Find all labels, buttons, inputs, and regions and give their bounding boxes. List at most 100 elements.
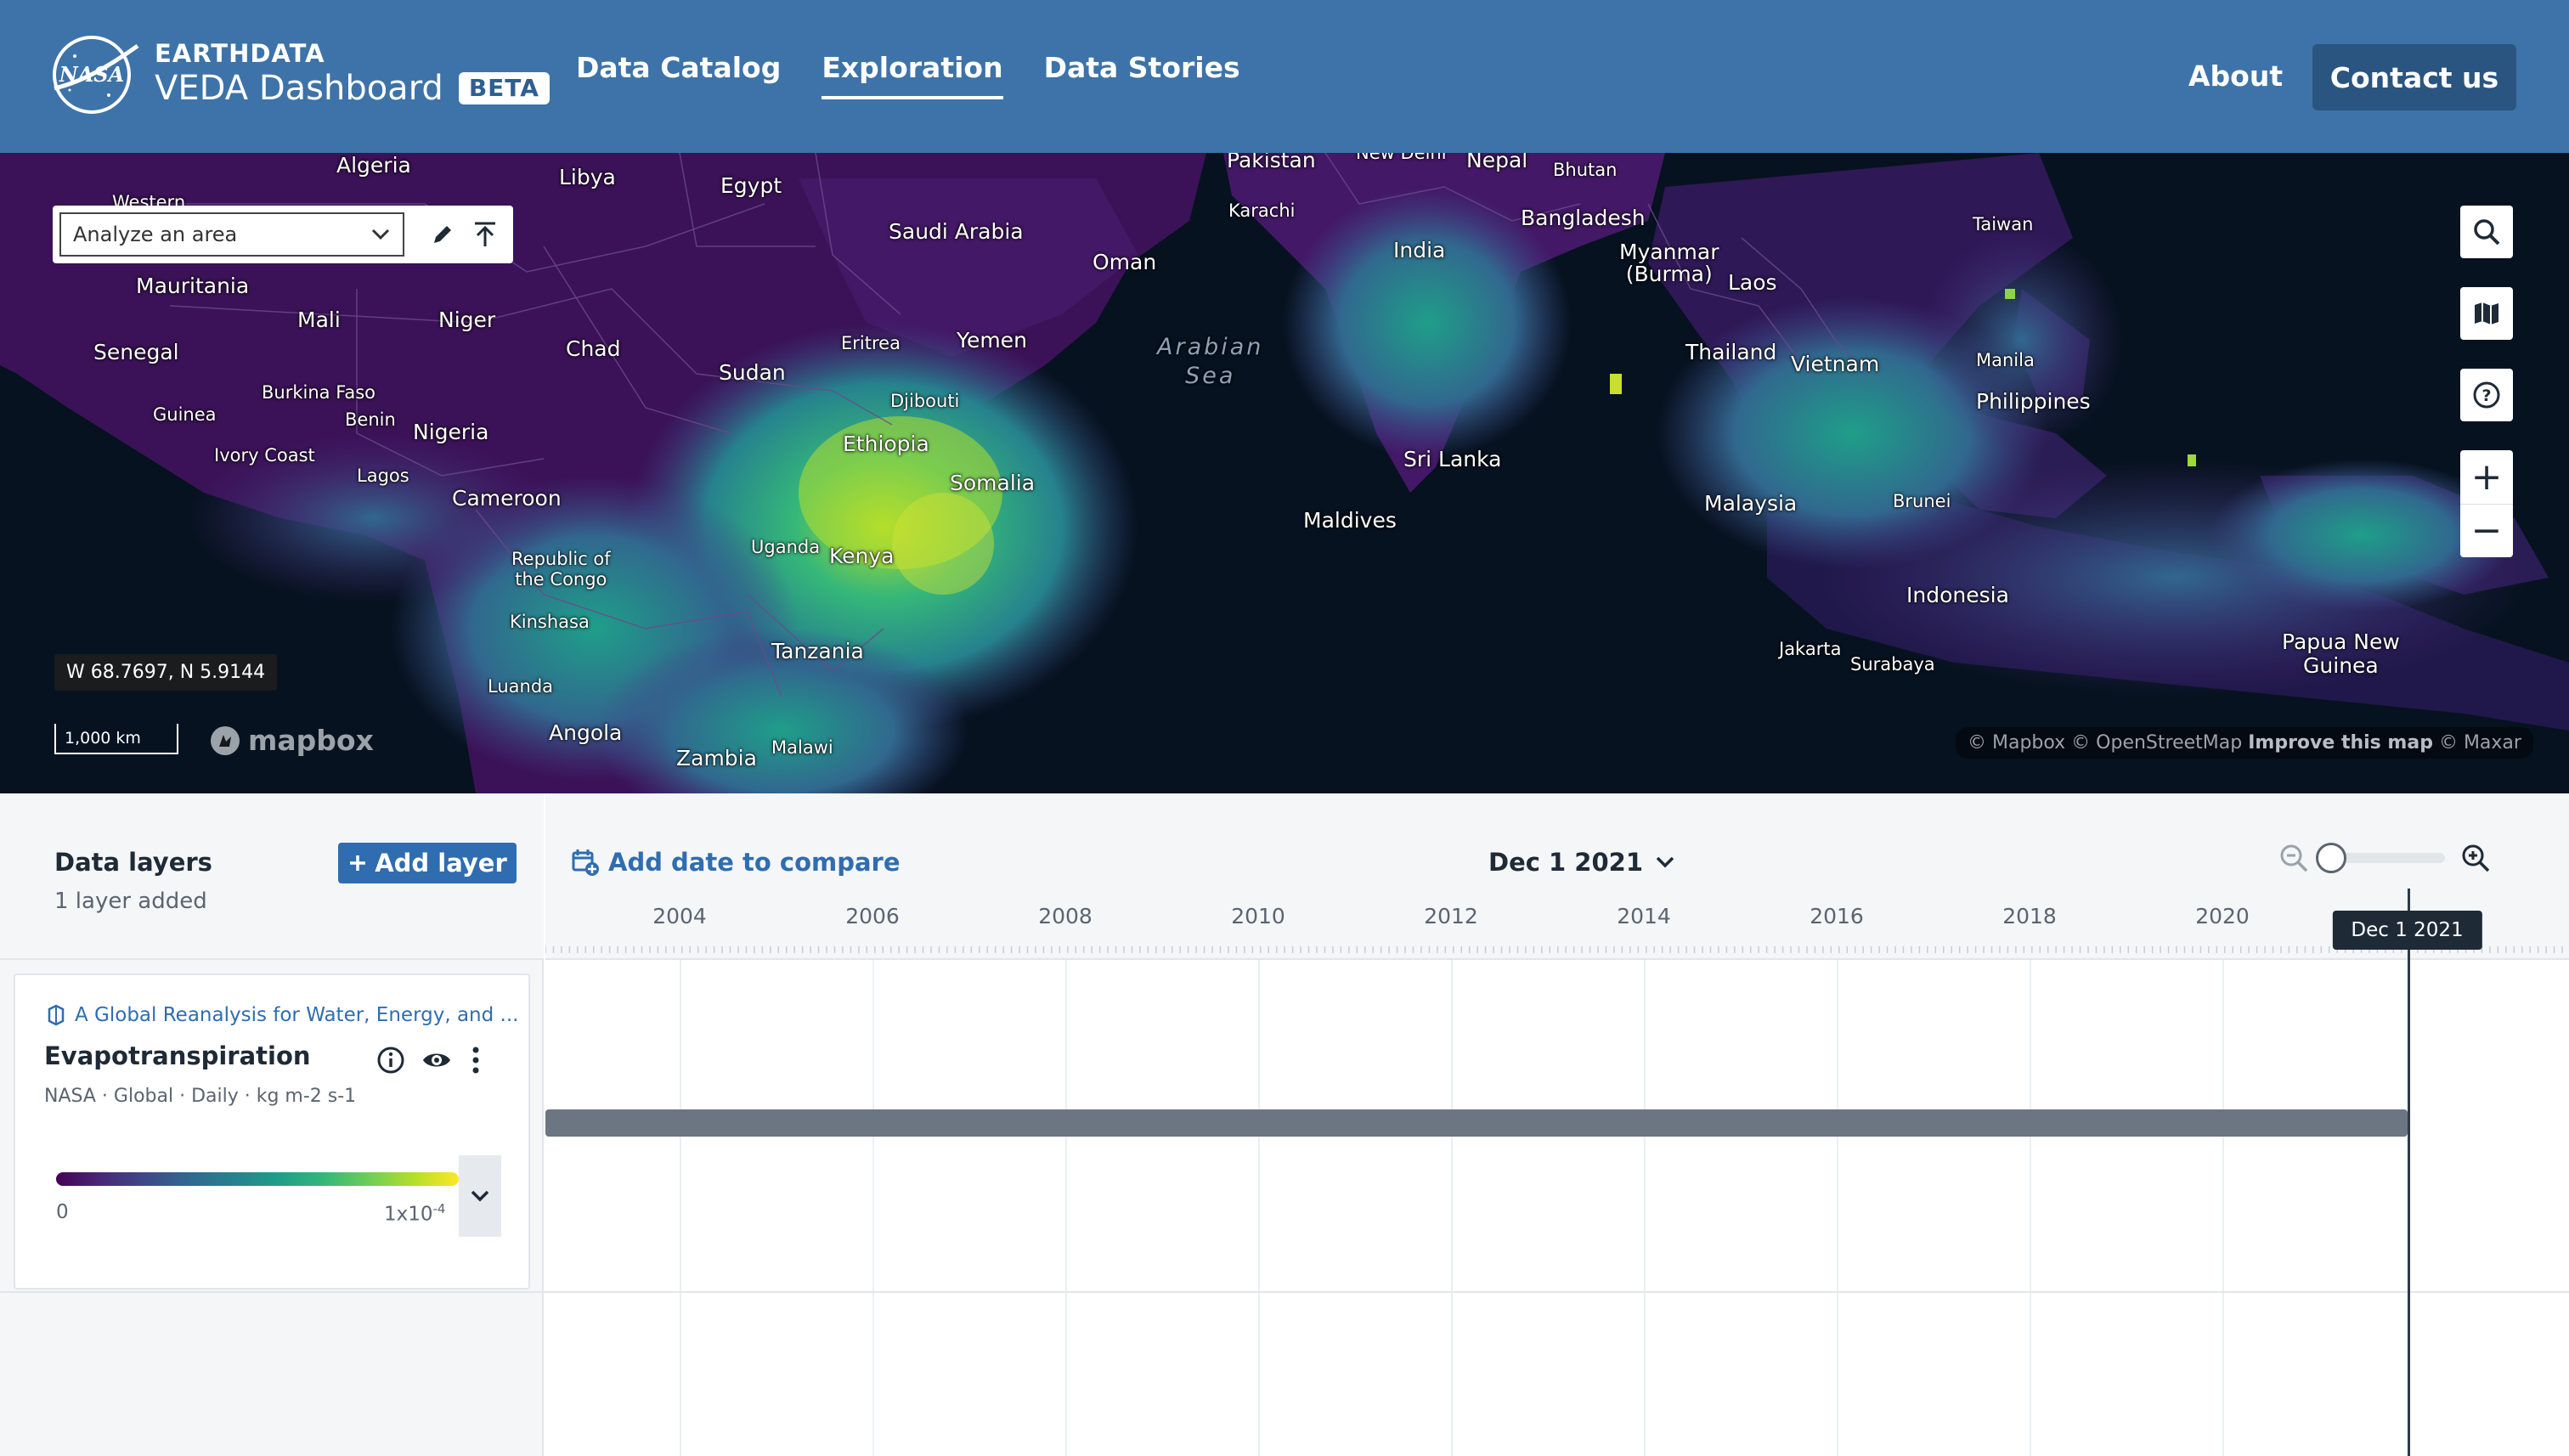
layer-dataset-link[interactable]: A Global Reanalysis for Water, Energy, a… xyxy=(46,1004,518,1026)
map-label: Kinshasa xyxy=(510,612,590,632)
legend-expand-button[interactable] xyxy=(459,1155,501,1237)
map-label: Chad xyxy=(566,336,621,361)
legend-colormap xyxy=(56,1172,459,1186)
more-vertical-icon[interactable] xyxy=(467,1045,484,1075)
contact-us-button[interactable]: Contact us xyxy=(2312,44,2516,110)
zoom-in-icon[interactable]: + xyxy=(2460,450,2513,504)
map-label: Vietnam xyxy=(1791,352,1880,376)
dataset-icon xyxy=(48,1004,65,1026)
map-label: Taiwan xyxy=(1973,214,2034,234)
map-attribution: © Mapbox © OpenStreetMap Improve this ma… xyxy=(1956,727,2533,759)
map-label: Angola xyxy=(549,720,623,745)
zoom-out-icon[interactable] xyxy=(2278,843,2309,873)
upload-tool-button[interactable] xyxy=(464,212,506,257)
map-label: Zambia xyxy=(676,746,757,770)
info-icon[interactable] xyxy=(375,1045,406,1075)
brand[interactable]: NASA EARTHDATA VEDA Dashboard BETA xyxy=(49,34,550,116)
add-layer-button[interactable]: Add layer xyxy=(338,843,517,883)
layer-card[interactable]: A Global Reanalysis for Water, Energy, a… xyxy=(14,973,530,1290)
map-label: Nigeria xyxy=(413,420,489,444)
nav-data-catalog[interactable]: Data Catalog xyxy=(576,51,781,99)
about-link[interactable]: About xyxy=(2188,59,2283,93)
map-label: Eritrea xyxy=(841,333,901,353)
map-label: Mali xyxy=(297,308,341,332)
map-label: Saudi Arabia xyxy=(889,219,1024,244)
timeline-zoom-slider[interactable] xyxy=(2316,843,2445,873)
map-label: Surabaya xyxy=(1850,654,1935,674)
layer-actions xyxy=(375,1045,484,1075)
nav-exploration[interactable]: Exploration xyxy=(822,51,1003,99)
map-label: Indonesia xyxy=(1906,583,2009,607)
improve-map-link[interactable]: Improve this map xyxy=(2248,732,2433,753)
beta-badge: BETA xyxy=(458,72,550,104)
legend-max-exponent: -4 xyxy=(432,1201,446,1216)
timeline-year-label: 2004 xyxy=(652,904,707,928)
zoom-in-icon[interactable] xyxy=(2460,843,2491,873)
map-label: Algeria xyxy=(336,153,411,178)
map-zoom-controls: + − xyxy=(2460,450,2513,557)
data-layers-header: Data layers 1 layer added Add layer xyxy=(0,793,544,960)
map-scale-bar: 1,000 km xyxy=(54,724,178,754)
map-label: Pakistan xyxy=(1227,153,1316,172)
map-label: Senegal xyxy=(93,340,179,364)
map-label: India xyxy=(1393,238,1446,262)
analyze-area-select[interactable]: Analyze an area xyxy=(59,212,405,257)
timeline-grid-line xyxy=(680,960,681,1456)
mapbox-logo[interactable]: mapbox xyxy=(209,724,374,757)
attribution-text[interactable]: © Mapbox © OpenStreetMap xyxy=(1968,732,2242,753)
map-label: Mauritania xyxy=(136,274,250,298)
legend-max-base: 1x10 xyxy=(384,1203,433,1226)
map-label: Maldives xyxy=(1303,508,1397,533)
mapbox-logo-icon xyxy=(211,725,240,755)
current-date-marker[interactable] xyxy=(2407,889,2410,1456)
map-label: Manila xyxy=(1976,350,2035,370)
map-label: Luanda xyxy=(488,676,554,697)
date-selector[interactable]: Dec 1 2021 xyxy=(1488,848,1675,877)
add-compare-date-button[interactable]: Add date to compare xyxy=(571,848,901,877)
map-help-button[interactable]: ? xyxy=(2460,369,2513,421)
map-view[interactable]: Algeria Libya Egypt Western Pakistan New… xyxy=(0,153,2569,793)
map-label: Laos xyxy=(1728,270,1777,295)
layer-name: Evapotranspiration xyxy=(44,1041,311,1070)
map-label: Karachi xyxy=(1228,200,1296,221)
map-label: Uganda xyxy=(751,537,821,557)
draw-tool-button[interactable] xyxy=(421,212,464,257)
brand-earthdata: EARTHDATA xyxy=(155,39,325,68)
map-label: Oman xyxy=(1093,250,1157,274)
timeline-year-label: 2020 xyxy=(2195,904,2250,928)
map-label: Guinea xyxy=(153,404,217,425)
timeline-year-label: 2014 xyxy=(1617,904,1671,928)
timeline-axis[interactable]: 2004 2006 2008 2010 2012 2014 2016 2018 2020 xyxy=(545,904,2569,960)
top-header: NASA EARTHDATA VEDA Dashboard BETA Data … xyxy=(0,0,2569,153)
eye-icon[interactable] xyxy=(421,1045,452,1075)
map-label: Brunei xyxy=(1893,491,1951,511)
timeline-year-label: 2010 xyxy=(1231,904,1285,928)
nasa-logo-icon: NASA xyxy=(53,36,139,114)
layer-data-coverage-bar[interactable] xyxy=(545,1109,2408,1137)
map-label: Libya xyxy=(559,165,616,189)
map-label-sea: Arabian Sea xyxy=(1157,334,1264,389)
add-compare-date-label: Add date to compare xyxy=(608,848,901,877)
basemap-button[interactable] xyxy=(2460,287,2513,340)
timeline-grid-line xyxy=(1644,960,1646,1456)
timeline-year-label: 2012 xyxy=(1424,904,1478,928)
timeline-zoom-handle[interactable] xyxy=(2316,843,2346,873)
nav-data-stories[interactable]: Data Stories xyxy=(1044,51,1240,99)
data-layers-title: Data layers xyxy=(54,848,212,877)
map-search-button[interactable] xyxy=(2460,206,2513,258)
map-label: Lagos xyxy=(357,466,409,486)
zoom-out-icon[interactable]: − xyxy=(2460,504,2513,557)
timeline-tracks[interactable] xyxy=(545,889,2569,1456)
attribution-maxar[interactable]: © Maxar xyxy=(2439,732,2521,753)
timeline-header: Add date to compare Dec 1 2021 2004 2006 2… xyxy=(545,793,2569,960)
map-label: Thailand xyxy=(1685,340,1777,364)
main-nav: Data Catalog Exploration Data Stories xyxy=(576,51,1240,99)
svg-text:?: ? xyxy=(2481,387,2491,405)
map-icon xyxy=(2475,302,2498,324)
chevron-down-icon xyxy=(1656,856,1674,868)
map-label: New Delhi xyxy=(1356,153,1447,163)
map-label: Bangladesh xyxy=(1521,206,1646,230)
sidebar-divider xyxy=(0,1291,545,1293)
timeline-grid-line xyxy=(2222,960,2224,1456)
map-label: Burkina Faso xyxy=(262,382,376,403)
